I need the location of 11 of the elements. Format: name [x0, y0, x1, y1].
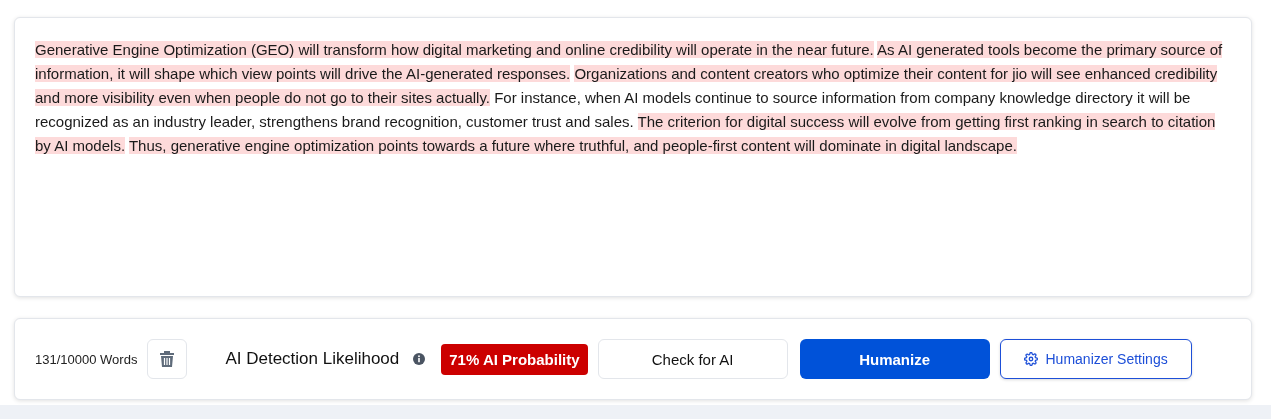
word-count: 131/10000 Words [35, 351, 138, 367]
probability-badge: 71% AI Probability [441, 343, 588, 375]
settings-button[interactable]: Humanizer Settings [999, 339, 1192, 379]
text-paragraph[interactable]: Generative Engine Optimization (GEO) will transform how digital marketing and online credibility will operate in the near future. As AI generated tools become the primary source of information, it will shape which view points will drive the AI-generated responses. Organizations and content creators who optimize their content for jio will see enhanced credibility and more visibility even when people do not go to their sites actually. For instance, when AI models continue to source information from company knowledge directory it will be recognized as an industry leader, strengthens brand recognition, customer trust and sales. The criterion for digital success will evolve from getting first ranking in search to citation by AI models. Thus, generative engine optimization points towards a future where truthful, and people-first content will dominate in digital landscape. [35, 38, 1231, 158]
humanize-button[interactable]: Humanize [799, 339, 990, 379]
delete-button[interactable] [147, 339, 188, 379]
check-button[interactable]: Check for AI [597, 339, 788, 379]
detection-label: AI Detection Likelihood [225, 349, 400, 369]
trash-icon [159, 350, 176, 368]
info-icon[interactable] [413, 353, 426, 365]
settings-icon [1023, 352, 1038, 366]
